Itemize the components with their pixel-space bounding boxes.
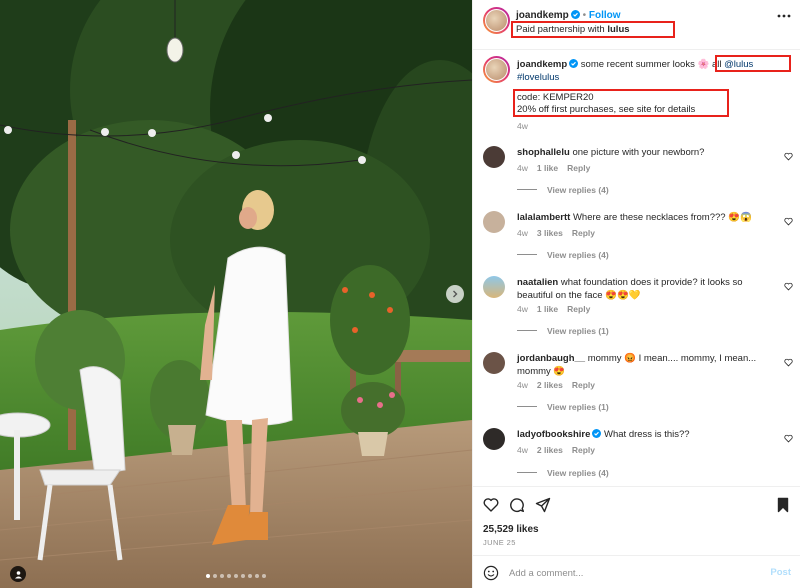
comment-text: one picture with your newborn? <box>572 147 705 158</box>
commenter-avatar[interactable] <box>483 146 505 168</box>
comment-likes[interactable]: 3 likes <box>537 228 563 238</box>
share-icon[interactable] <box>535 497 551 513</box>
header-author-line: joandkemp • Follow <box>516 10 621 21</box>
comment-time: 4w <box>517 445 528 455</box>
hashtag-link[interactable]: #lovelulus <box>517 72 559 83</box>
comment-likes[interactable]: 2 likes <box>537 445 563 455</box>
carousel-dot <box>234 574 238 578</box>
verified-badge-icon <box>592 429 602 438</box>
carousel-dot <box>241 574 245 578</box>
comment-body: shophallelu one picture with your newbor… <box>517 146 775 159</box>
commenter-avatar[interactable] <box>483 352 505 374</box>
reply-button[interactable]: Reply <box>567 163 590 173</box>
caption-author-avatar[interactable] <box>483 56 510 83</box>
emoji-icon[interactable] <box>483 565 499 581</box>
like-comment-heart-icon[interactable] <box>784 358 793 367</box>
comment-time: 4w <box>517 228 528 238</box>
comment-item: jordanbaugh__ mommy 😡 I mean.... mommy, … <box>483 352 793 414</box>
comment-body: ladyofbookshire What dress is this?? <box>517 428 775 441</box>
view-replies-button[interactable]: View replies (4) <box>517 185 609 195</box>
comment-item: naatalien what foundation does it provid… <box>483 276 793 338</box>
post-image <box>0 0 472 588</box>
highlight-box-mention <box>715 55 791 72</box>
post-header: joandkemp • Follow Paid partnership with… <box>473 0 800 50</box>
next-image-button[interactable] <box>446 285 464 303</box>
add-comment-bar: Post <box>473 555 800 588</box>
comment-meta: 4w 3 likes Reply <box>517 228 604 238</box>
reply-button[interactable]: Reply <box>572 445 595 455</box>
commenter-avatar[interactable] <box>483 276 505 298</box>
comment-text: Where are these necklaces from??? 😍😱 <box>572 212 752 223</box>
bookmark-icon[interactable] <box>775 497 791 513</box>
comment-meta: 4w 2 likes Reply <box>517 380 604 390</box>
author-username[interactable]: joandkemp <box>516 10 569 21</box>
reply-button[interactable]: Reply <box>572 380 595 390</box>
comment-likes[interactable]: 1 like <box>537 163 558 173</box>
view-replies-button[interactable]: View replies (4) <box>517 250 609 260</box>
reply-button[interactable]: Reply <box>572 228 595 238</box>
comment-likes[interactable]: 2 likes <box>537 380 563 390</box>
like-count[interactable]: 25,529 likes <box>483 524 539 535</box>
like-comment-heart-icon[interactable] <box>784 217 793 226</box>
heart-icon[interactable] <box>483 497 499 513</box>
commenter-username[interactable]: ladyofbookshire <box>517 429 590 440</box>
commenter-username[interactable]: shophallelu <box>517 147 570 158</box>
comment-item: lalalambertt Where are these necklaces f… <box>483 211 793 263</box>
comment-body: lalalambertt Where are these necklaces f… <box>517 211 775 224</box>
commenter-username[interactable]: jordanbaugh__ <box>517 353 585 364</box>
carousel-dot <box>227 574 231 578</box>
comment-meta: 4w 1 like Reply <box>517 304 599 314</box>
comment-body: jordanbaugh__ mommy 😡 I mean.... mommy, … <box>517 352 775 378</box>
commenter-username[interactable]: lalalambertt <box>517 212 570 223</box>
view-replies-button[interactable]: View replies (4) <box>517 468 609 478</box>
carousel-indicator <box>0 574 472 578</box>
verified-badge-icon <box>570 10 580 19</box>
carousel-dot <box>248 574 252 578</box>
comment-meta: 4w 1 like Reply <box>517 163 599 173</box>
carousel-dot <box>213 574 217 578</box>
view-replies-button[interactable]: View replies (1) <box>517 402 609 412</box>
post-photo[interactable] <box>0 0 472 588</box>
comment-body: naatalien what foundation does it provid… <box>517 276 775 302</box>
comment-time: 4w <box>517 163 528 173</box>
commenter-username[interactable]: naatalien <box>517 277 558 288</box>
author-avatar[interactable] <box>483 7 510 34</box>
instagram-post-view: joandkemp • Follow Paid partnership with… <box>0 0 800 588</box>
post-actions: 25,529 likes JUNE 25 Post <box>473 486 800 588</box>
view-replies-button[interactable]: View replies (1) <box>517 326 609 336</box>
commenter-avatar[interactable] <box>483 428 505 450</box>
caption-emoji: 🌸 <box>697 59 710 70</box>
follow-button[interactable]: Follow <box>589 10 621 21</box>
post-details-panel: joandkemp • Follow Paid partnership with… <box>472 0 800 588</box>
carousel-dot <box>255 574 259 578</box>
comment-meta: 4w 2 likes Reply <box>517 445 604 455</box>
like-comment-heart-icon[interactable] <box>784 152 793 161</box>
comment-item: shophallelu one picture with your newbor… <box>483 146 793 198</box>
comment-input[interactable] <box>509 565 759 581</box>
comment-time: 4w <box>517 304 528 314</box>
carousel-dot-active <box>206 574 210 578</box>
like-comment-heart-icon[interactable] <box>784 434 793 443</box>
carousel-dot <box>262 574 266 578</box>
comment-icon[interactable] <box>509 497 525 513</box>
like-comment-heart-icon[interactable] <box>784 282 793 291</box>
comment-likes[interactable]: 1 like <box>537 304 558 314</box>
carousel-dot <box>220 574 224 578</box>
comment-item: ladyofbookshire What dress is this?? 4w 2… <box>483 428 793 480</box>
post-comment-button[interactable]: Post <box>770 567 791 578</box>
highlight-box-partnership <box>511 21 675 38</box>
caption-text: some recent summer looks <box>580 59 695 70</box>
highlight-box-promo <box>513 89 729 117</box>
more-dots-icon[interactable] <box>777 14 791 18</box>
chevron-right-icon <box>453 290 458 298</box>
comment-text: What dress is this?? <box>604 429 690 440</box>
post-date: JUNE 25 <box>483 538 516 547</box>
caption-time: 4w <box>517 121 528 131</box>
reply-button[interactable]: Reply <box>567 304 590 314</box>
comment-time: 4w <box>517 380 528 390</box>
commenter-avatar[interactable] <box>483 211 505 233</box>
caption-author[interactable]: joandkemp <box>517 59 567 70</box>
verified-badge-icon <box>569 59 579 68</box>
